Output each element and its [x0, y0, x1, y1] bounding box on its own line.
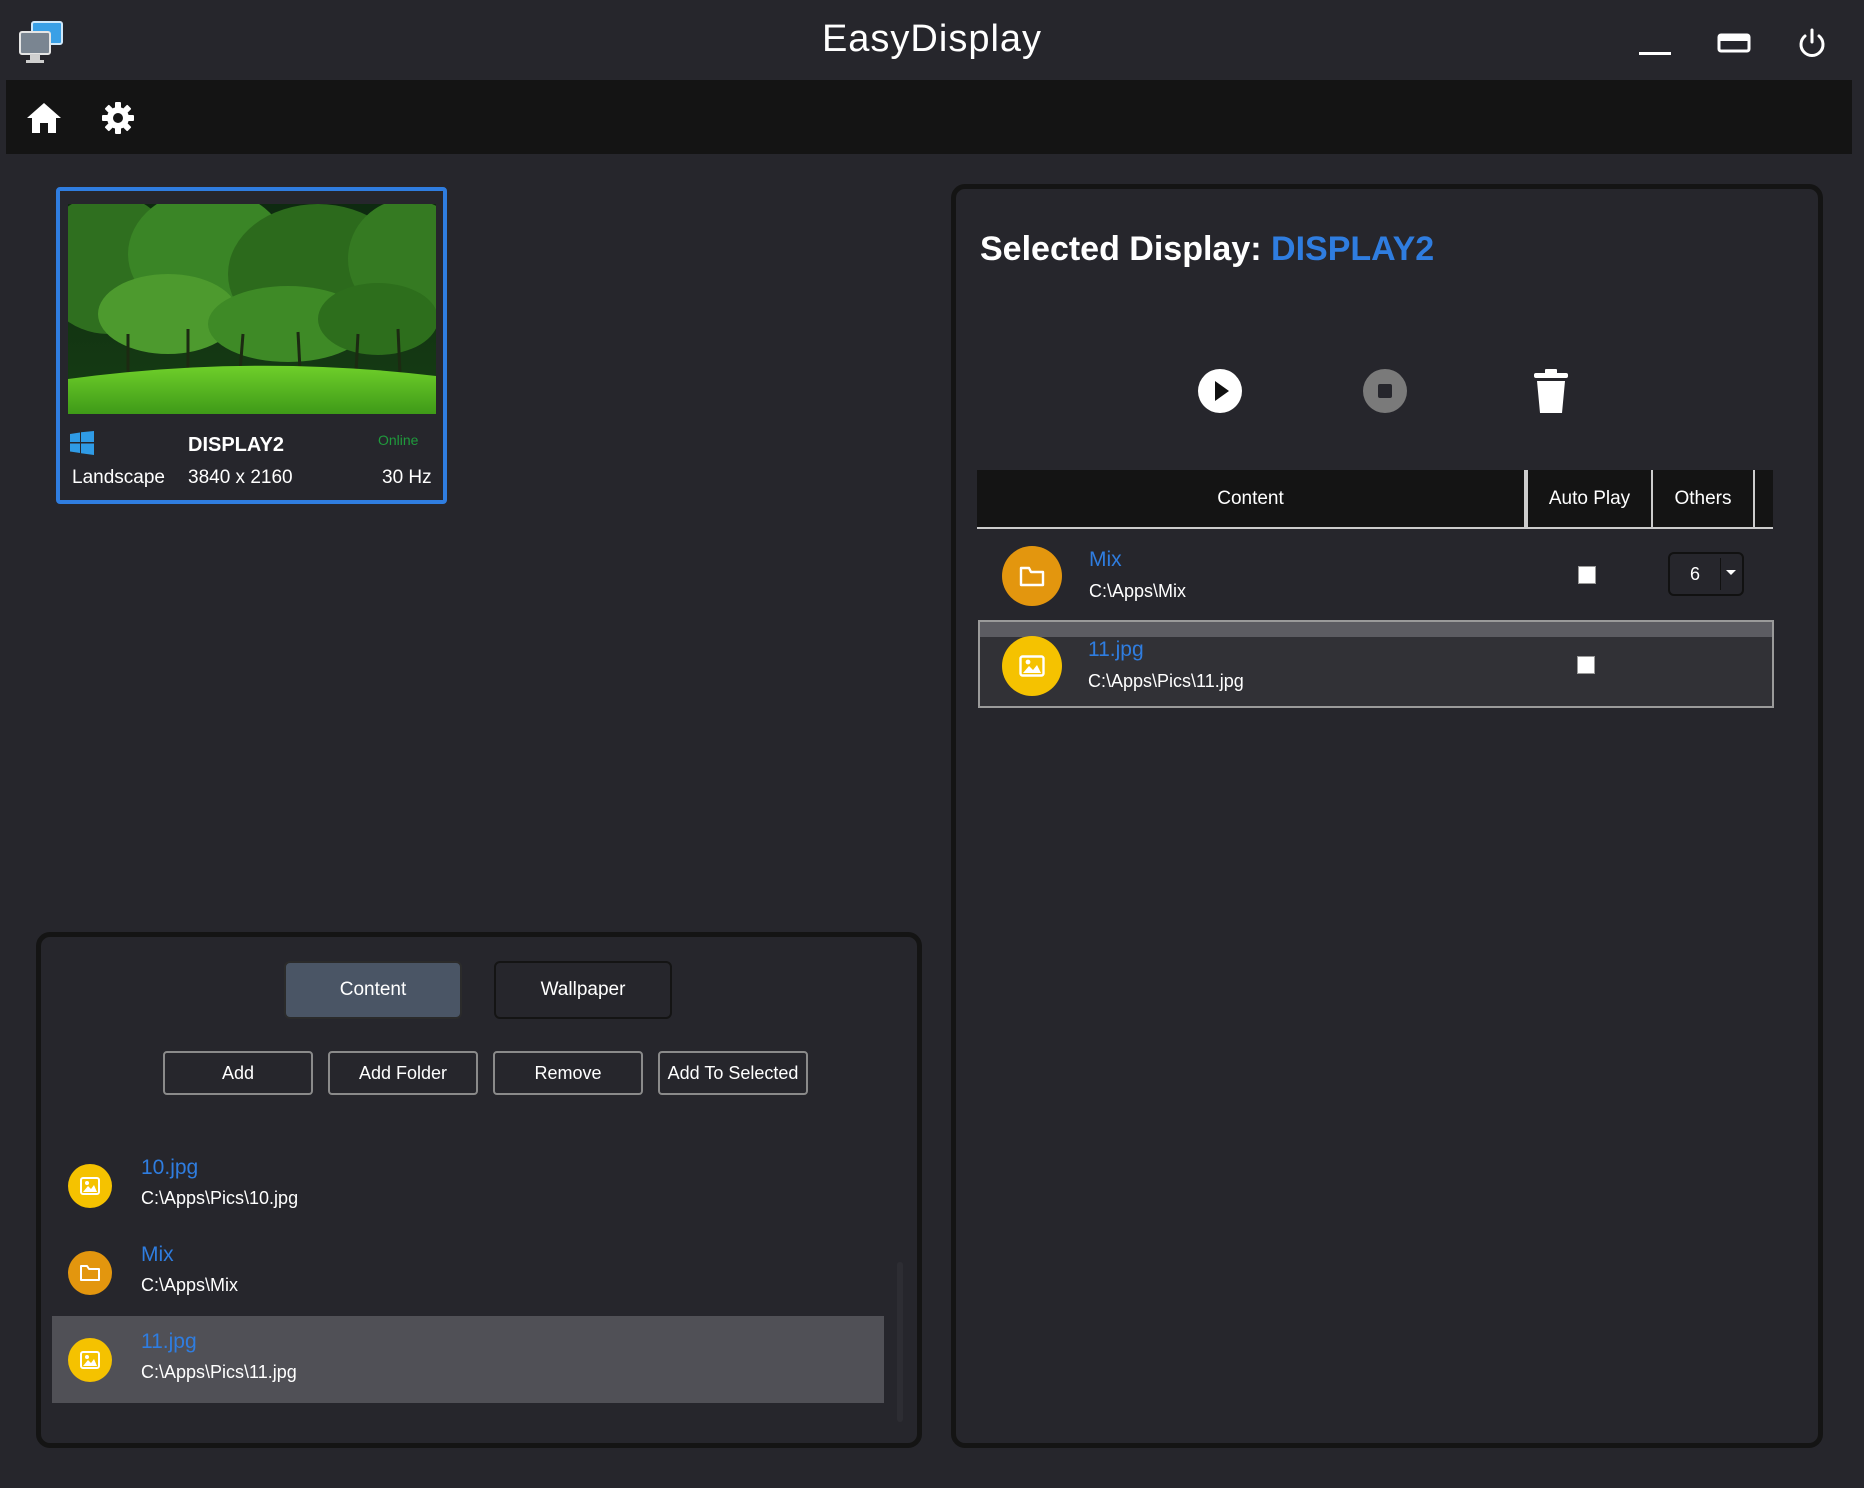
column-header-others: Others: [1653, 470, 1755, 528]
play-icon: [1198, 369, 1242, 413]
home-icon: [27, 103, 61, 133]
maximize-button[interactable]: [1706, 18, 1762, 68]
display-refresh-rate: 30 Hz: [382, 467, 432, 488]
others-select-value: 6: [1689, 563, 1700, 584]
selected-display-name: DISPLAY2: [1271, 230, 1435, 268]
item-name: 11.jpg: [141, 1330, 197, 1353]
stop-icon: [1363, 369, 1407, 413]
display-name: DISPLAY2: [188, 434, 284, 456]
gear-icon: [102, 102, 134, 134]
minimize-button[interactable]: [1627, 18, 1683, 68]
auto-play-checkbox[interactable]: [1577, 656, 1595, 674]
column-header-auto-play: Auto Play: [1526, 470, 1653, 528]
row-name: 11.jpg: [1088, 638, 1144, 661]
display-thumbnail: [68, 204, 436, 414]
home-button[interactable]: [22, 96, 66, 140]
display-orientation: Landscape: [72, 467, 165, 488]
settings-button[interactable]: [96, 96, 140, 140]
add-to-selected-button[interactable]: Add To Selected: [658, 1051, 808, 1095]
folder-icon: [1002, 546, 1062, 606]
windows-logo-icon: [70, 431, 94, 460]
image-icon: [1002, 636, 1062, 696]
table-row[interactable]: Mix C:\Apps\Mix: [978, 530, 1774, 620]
power-icon: [1799, 28, 1825, 57]
status-badge: Online: [378, 432, 419, 448]
image-icon: [68, 1338, 112, 1382]
power-button[interactable]: [1784, 18, 1840, 68]
folder-icon: [68, 1251, 112, 1295]
add-folder-button[interactable]: Add Folder: [328, 1051, 478, 1095]
row-highlight-bar: [980, 622, 1772, 637]
remove-button[interactable]: Remove: [493, 1051, 643, 1095]
list-item[interactable]: 11.jpg C:\Apps\Pics\11.jpg: [52, 1316, 884, 1403]
play-button[interactable]: [1195, 366, 1245, 416]
maximize-icon: [1717, 33, 1751, 53]
delete-button[interactable]: [1526, 366, 1576, 416]
header-divider: [977, 527, 1773, 529]
others-select[interactable]: 6: [1668, 552, 1744, 596]
item-name: Mix: [141, 1243, 174, 1266]
column-header-content: Content: [977, 470, 1526, 528]
item-path: C:\Apps\Mix: [141, 1275, 239, 1295]
item-name: 10.jpg: [141, 1156, 199, 1179]
minimize-icon: [1639, 52, 1671, 55]
row-name: Mix: [1089, 548, 1122, 571]
selected-display-label: Selected Display:: [980, 230, 1262, 268]
app-title: EasyDisplay: [821, 18, 1043, 60]
chevron-down-icon[interactable]: [1724, 565, 1738, 584]
stop-button[interactable]: [1360, 366, 1410, 416]
item-path: C:\Apps\Pics\10.jpg: [141, 1188, 299, 1208]
add-button[interactable]: Add: [163, 1051, 313, 1095]
tab-wallpaper[interactable]: Wallpaper: [494, 961, 672, 1019]
tab-content[interactable]: Content: [284, 961, 462, 1019]
item-path: C:\Apps\Pics\11.jpg: [141, 1362, 297, 1382]
selected-display-title: Selected Display: DISPLAY2: [980, 230, 1434, 269]
list-scrollbar[interactable]: [897, 1262, 903, 1422]
auto-play-checkbox[interactable]: [1578, 566, 1596, 584]
row-path: C:\Apps\Mix: [1089, 581, 1187, 601]
table-row-selected[interactable]: 11.jpg C:\Apps\Pics\11.jpg: [978, 620, 1774, 708]
display-resolution: 3840 x 2160: [188, 467, 293, 488]
list-item[interactable]: Mix C:\Apps\Mix: [52, 1229, 884, 1316]
select-divider: [1720, 558, 1721, 590]
image-icon: [68, 1164, 112, 1208]
list-item[interactable]: 10.jpg C:\Apps\Pics\10.jpg: [52, 1142, 884, 1229]
row-path: C:\Apps\Pics\11.jpg: [1088, 671, 1244, 691]
display-card[interactable]: DISPLAY2 Online Landscape 3840 x 2160 30…: [56, 187, 447, 504]
trash-icon: [1534, 369, 1568, 413]
header-filler: [1755, 470, 1773, 528]
nav-bar: [6, 80, 1852, 154]
